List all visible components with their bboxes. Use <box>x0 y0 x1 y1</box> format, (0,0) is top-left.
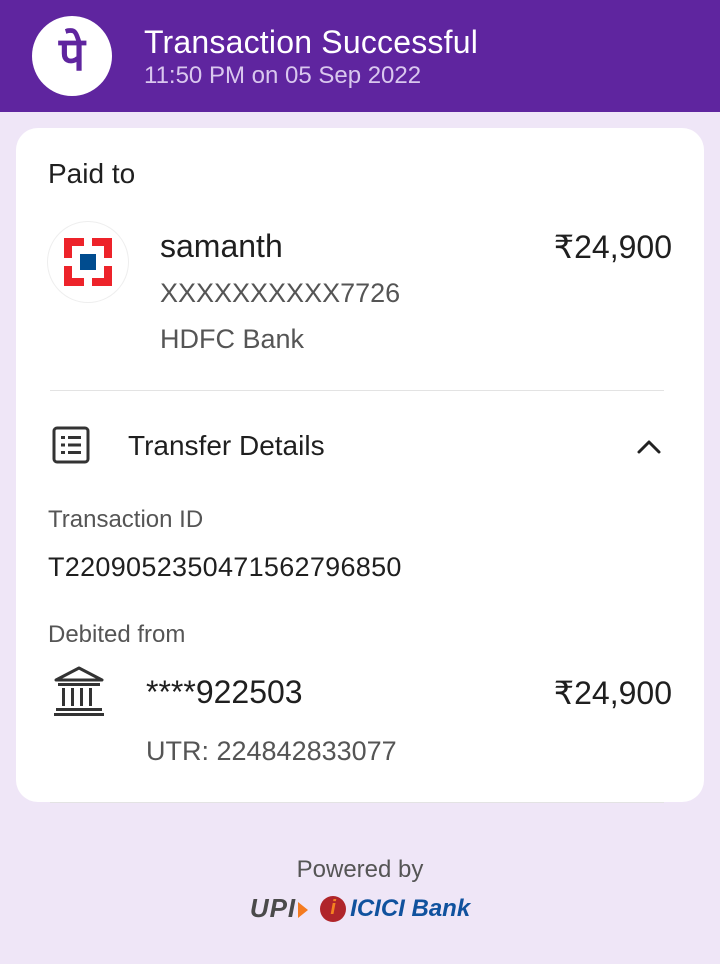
transaction-id-value[interactable]: T2209052350471562796850 <box>48 552 402 583</box>
divider <box>50 390 664 391</box>
icici-bank-logo: i ICICI Bank <box>320 895 470 923</box>
payee-name: samanth <box>160 228 283 264</box>
divider <box>50 802 664 803</box>
paid-to-label: Paid to <box>48 158 136 189</box>
receipt-list-icon <box>52 426 90 464</box>
transfer-details-toggle[interactable]: Transfer Details <box>128 430 325 462</box>
transaction-card: Paid to samanth ₹24,900 XXXXXXXXXX7726 H… <box>16 128 704 803</box>
page-title: Transaction Successful <box>144 24 479 60</box>
partner-logos: UPI i ICICI Bank <box>0 893 720 924</box>
powered-by-label: Powered by <box>296 856 424 883</box>
payee-bank-name: HDFC Bank <box>160 324 305 354</box>
upi-logo: UPI <box>249 893 309 924</box>
chevron-up-icon[interactable] <box>634 432 664 462</box>
debit-amount: ₹24,900 <box>553 675 672 711</box>
debit-account-number: ****922503 <box>146 674 303 710</box>
icici-mark-icon: i <box>320 895 347 922</box>
transaction-id-label: Transaction ID <box>48 506 204 533</box>
header-bar: पे Transaction Successful 11:50 PM on 05… <box>0 0 720 112</box>
hdfc-logo-icon <box>48 222 128 302</box>
payee-amount: ₹24,900 <box>553 229 672 265</box>
logo-glyph: पे <box>58 28 86 80</box>
bank-building-icon <box>54 666 104 716</box>
upi-arrow-icon <box>298 902 309 919</box>
debited-from-label: Debited from <box>48 621 186 648</box>
icici-bank-text: ICICI Bank <box>350 894 471 922</box>
utr-number[interactable]: UTR: 224842833077 <box>146 736 397 767</box>
payee-account-number: XXXXXXXXXX7726 <box>160 278 401 308</box>
transaction-timestamp: 11:50 PM on 05 Sep 2022 <box>144 62 422 89</box>
upi-logo-text: UPI <box>249 893 297 923</box>
phonepe-logo-icon: पे <box>32 16 112 96</box>
